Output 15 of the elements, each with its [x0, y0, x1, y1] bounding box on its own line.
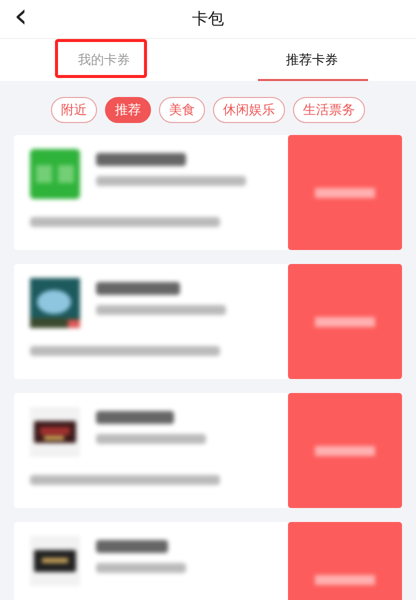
tab[interactable]: 推荐卡券 — [208, 39, 416, 81]
claim-button[interactable] — [288, 135, 402, 250]
claim-button[interactable] — [288, 393, 402, 508]
back-button[interactable]: ‹ — [14, 0, 28, 32]
filter-chip[interactable]: 附近 — [51, 97, 97, 123]
tab[interactable]: 我的卡券 — [0, 39, 208, 81]
filter-chip[interactable]: 休闲娱乐 — [213, 97, 285, 123]
claim-button[interactable] — [288, 264, 402, 379]
filter-chip[interactable]: 美食 — [159, 97, 205, 123]
coupon-card[interactable] — [14, 264, 402, 379]
filter-chip[interactable]: 推荐 — [105, 97, 151, 123]
coupon-card[interactable] — [14, 135, 402, 250]
page-title: 卡包 — [192, 8, 224, 30]
filter-chip[interactable]: 生活票务 — [293, 97, 365, 123]
coupon-card[interactable] — [14, 393, 402, 508]
